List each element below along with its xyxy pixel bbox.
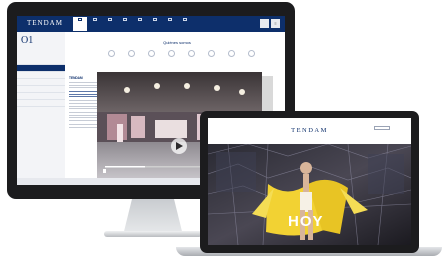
hero-headline: HOY <box>288 213 324 230</box>
hero-banner[interactable]: HOY <box>208 144 411 245</box>
sidebar: O1 <box>17 32 65 185</box>
search-button[interactable] <box>260 19 269 28</box>
top-navigation-bar: TENDAM ≡ <box>17 16 285 32</box>
stat-7 <box>221 50 241 59</box>
stat-icon <box>127 50 135 57</box>
monitor-stand <box>123 199 183 233</box>
brand-logo[interactable]: TENDAM <box>27 19 63 27</box>
stat-4 <box>161 50 181 59</box>
stat-1 <box>101 50 121 59</box>
nav-item-2[interactable] <box>88 17 102 31</box>
laptop-search-input[interactable] <box>374 126 390 130</box>
menu-button[interactable]: ≡ <box>271 19 280 28</box>
sidebar-item-6[interactable] <box>17 93 65 100</box>
stat-2 <box>121 50 141 59</box>
laptop-screen: TENDAM HOY <box>208 118 411 245</box>
sidebar-item-3[interactable] <box>17 72 65 79</box>
stat-icon <box>187 50 195 57</box>
stat-icon <box>167 50 175 57</box>
stat-icon <box>107 50 115 57</box>
sidebar-item-7[interactable] <box>17 100 65 107</box>
sidebar-item-1[interactable] <box>17 58 65 65</box>
nav-item-7[interactable] <box>163 17 177 31</box>
stat-8 <box>241 50 261 59</box>
stat-5 <box>181 50 201 59</box>
chapter-number: O1 <box>21 35 34 46</box>
monitor-stand-base <box>104 231 202 237</box>
stat-6 <box>201 50 221 59</box>
stat-3 <box>141 50 161 59</box>
nav-item-5[interactable] <box>133 17 147 31</box>
sidebar-item-2[interactable] <box>17 65 65 72</box>
stat-icon <box>207 50 215 57</box>
nav-item-4[interactable] <box>118 17 132 31</box>
nav-item-3[interactable] <box>103 17 117 31</box>
nav-item-6[interactable] <box>148 17 162 31</box>
sidebar-item-5[interactable] <box>17 86 65 93</box>
nav-item-1[interactable] <box>73 17 87 31</box>
nav-item-8[interactable] <box>178 17 192 31</box>
stat-icon <box>227 50 235 57</box>
section-title: Quiénes somos <box>163 40 191 45</box>
sidebar-item-4[interactable] <box>17 79 65 86</box>
stat-icon <box>147 50 155 57</box>
stat-icon <box>247 50 255 57</box>
